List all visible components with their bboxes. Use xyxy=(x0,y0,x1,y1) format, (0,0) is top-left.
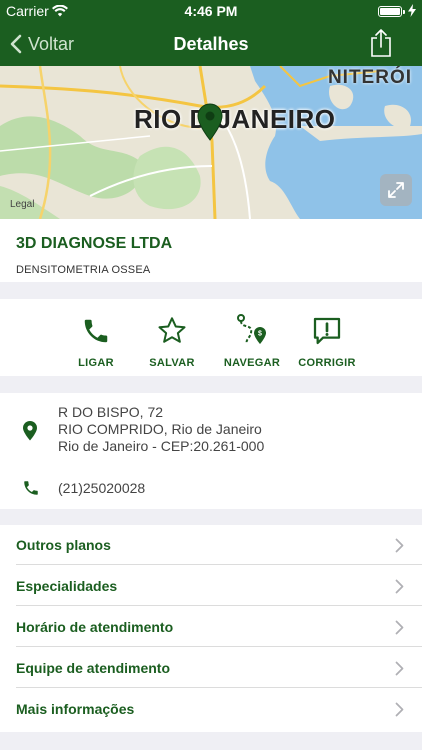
save-button[interactable]: SALVAR xyxy=(127,311,217,369)
route-icon: $ xyxy=(237,314,266,345)
address-line-1: R DO BISPO, 72 xyxy=(58,404,164,420)
map-label-niteroi: NITERÓI xyxy=(327,67,412,88)
star-icon xyxy=(158,317,186,343)
chevron-right-icon xyxy=(395,702,404,717)
menu-item-outros-planos[interactable]: Outros planos xyxy=(0,525,422,565)
status-bar: Carrier 4:46 PM xyxy=(0,0,422,22)
navigation-bar: Voltar Detalhes xyxy=(0,22,422,66)
map-legal-link[interactable]: Legal xyxy=(10,199,34,210)
chevron-right-icon xyxy=(395,620,404,635)
phone-number[interactable]: (21)25020028 xyxy=(58,480,145,496)
actions-card: LIGAR SALVAR $ NAVEGAR CORRIGIR xyxy=(0,299,422,376)
clock: 4:46 PM xyxy=(184,3,238,19)
expand-icon xyxy=(388,182,404,198)
phone-icon xyxy=(24,481,38,495)
battery-icon xyxy=(378,6,405,17)
save-label: SALVAR xyxy=(149,357,195,369)
chevron-right-icon xyxy=(395,538,404,553)
charging-icon xyxy=(408,4,416,22)
menu-item-label: Horário de atendimento xyxy=(16,619,174,635)
details-menu: Outros planos Especialidades Horário de … xyxy=(0,525,422,732)
menu-item-equipe[interactable]: Equipe de atendimento xyxy=(0,648,422,688)
menu-item-label: Equipe de atendimento xyxy=(16,660,171,676)
share-icon xyxy=(371,29,391,57)
menu-item-especialidades[interactable]: Especialidades xyxy=(0,566,422,606)
provider-info-card: 3D DIAGNOSE LTDA DENSITOMETRIA OSSEA xyxy=(0,219,422,282)
map-background xyxy=(0,66,422,219)
map-label-city: RIO D JANEIRO xyxy=(134,104,336,134)
menu-item-label: Mais informações xyxy=(16,701,135,717)
page-title: Detalhes xyxy=(173,34,249,54)
separator xyxy=(16,564,422,565)
separator xyxy=(16,687,422,688)
menu-item-mais-informacoes[interactable]: Mais informações xyxy=(0,689,422,729)
menu-item-label: Especialidades xyxy=(16,578,118,594)
address-line-2: RIO COMPRIDO, Rio de Janeiro xyxy=(58,421,262,437)
provider-specialty: DENSITOMETRIA OSSEA xyxy=(16,264,151,276)
chevron-right-icon xyxy=(395,579,404,594)
phone-icon xyxy=(84,319,108,343)
menu-item-horario[interactable]: Horário de atendimento xyxy=(0,607,422,647)
address-line-3: Rio de Janeiro - CEP:20.261-000 xyxy=(58,438,265,454)
provider-name: 3D DIAGNOSE LTDA xyxy=(16,235,173,252)
svg-text:$: $ xyxy=(258,331,262,338)
expand-map-button[interactable] xyxy=(380,174,412,206)
alert-icon xyxy=(313,317,341,345)
separator xyxy=(16,605,422,606)
separator xyxy=(16,646,422,647)
contact-card: R DO BISPO, 72 RIO COMPRIDO, Rio de Jane… xyxy=(0,393,422,509)
address[interactable]: R DO BISPO, 72 RIO COMPRIDO, Rio de Jane… xyxy=(58,404,264,455)
correct-label: CORRIGIR xyxy=(298,357,356,369)
chevron-right-icon xyxy=(395,661,404,676)
map-marker-icon xyxy=(23,421,37,441)
battery-level xyxy=(380,8,400,15)
share-button[interactable] xyxy=(370,28,392,63)
location-pin-icon xyxy=(197,103,223,141)
correct-button[interactable]: CORRIGIR xyxy=(282,311,372,369)
map-view[interactable]: NITERÓI RIO D JANEIRO Legal xyxy=(0,66,422,219)
menu-item-label: Outros planos xyxy=(16,537,111,553)
